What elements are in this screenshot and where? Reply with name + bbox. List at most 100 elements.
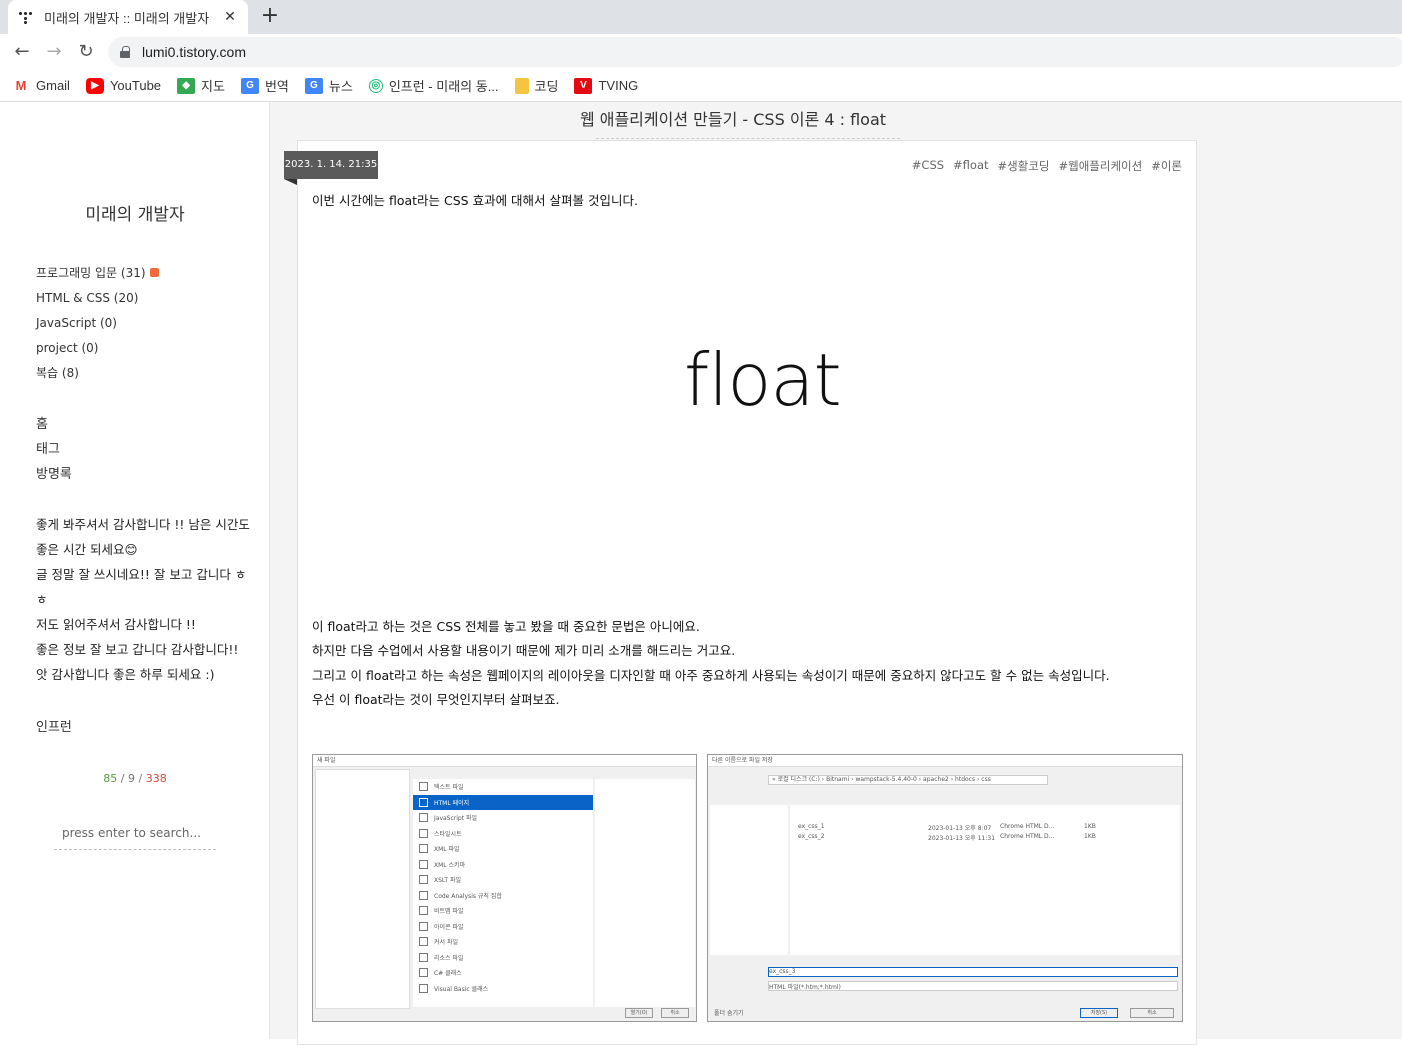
list-item: 스타일시트	[413, 826, 593, 842]
list-item: 텍스트 파일	[413, 779, 593, 795]
cancel-button: 취소	[661, 1008, 689, 1018]
menu-guestbook[interactable]: 방명록	[36, 460, 72, 485]
folder-tree	[710, 805, 788, 955]
title-divider	[596, 138, 900, 139]
post-paragraph: 이 float라고 하는 것은 CSS 전체를 놓고 봤을 때 중요한 문법은 …	[312, 619, 700, 634]
file-row: ex_css_1 2023-01-13 오후 8:07 Chrome HTML …	[798, 823, 1096, 832]
list-item: C# 클래스	[413, 965, 593, 981]
main-content: 웹 애플리케이션 만들기 - CSS 이론 4 : float 2023. 1.…	[270, 102, 1402, 1045]
cancel-button: 취소	[1130, 1008, 1174, 1018]
template-description	[595, 779, 695, 1007]
maps-icon: ◆	[177, 77, 196, 94]
list-item: 커서 파일	[413, 934, 593, 950]
post-paragraph: 그리고 이 float라고 하는 속성은 웹페이지의 레이아웃을 디자인할 때 …	[312, 668, 1110, 683]
list-item: 아이콘 파일	[413, 919, 593, 935]
post-paragraph: 우선 이 float라는 것이 무엇인지부터 살펴보죠.	[312, 692, 560, 707]
search-input[interactable]: press enter to search...	[54, 822, 216, 850]
post-intro: 이번 시간에는 float라는 CSS 효과에 대해서 살펴볼 것입니다.	[312, 193, 638, 208]
bookmark-inflearn[interactable]: ◎ 인프런 - 미래의 동...	[368, 76, 499, 95]
comment-item[interactable]: 좋은 정보 잘 보고 갑니다 감사합니다!!	[36, 637, 251, 662]
reload-icon[interactable]: ↻	[74, 40, 98, 64]
bookmarks-bar: M Gmail ▶ YouTube ◆ 지도 G 번역 G 뉴스 ◎ 인프런 - 미래의 동…	[0, 70, 1402, 102]
tag-link[interactable]: #웹애플리케이션	[1059, 158, 1143, 174]
open-button: 열기(O)	[625, 1008, 653, 1018]
recent-comments: 좋게 봐주셔서 감사합니다 !! 남은 시간도 좋은 시간 되세요😊 글 정말 …	[36, 512, 251, 687]
new-tab-button[interactable]: +	[258, 5, 282, 29]
youtube-icon: ▶	[85, 77, 104, 94]
translate-icon: G	[240, 77, 259, 94]
file-row: ex_css_2 2023-01-13 오후 11:31 Chrome HTML…	[798, 833, 1096, 842]
comment-item[interactable]: 앗 감사합니다 좋은 하루 되세요 :)	[36, 662, 251, 687]
category-item[interactable]: 프로그래밍 입문 (31)	[36, 260, 159, 285]
forward-arrow-icon[interactable]: →	[42, 40, 66, 64]
tag-link[interactable]: #이론	[1151, 158, 1182, 174]
category-item[interactable]: project (0)	[36, 335, 159, 360]
counter-total: 85	[103, 772, 118, 785]
category-list: 프로그래밍 입문 (31) HTML & CSS (20) JavaScript…	[36, 260, 159, 385]
bookmark-gmail[interactable]: M Gmail	[12, 77, 70, 94]
list-item: XML 스키마	[413, 857, 593, 873]
new-badge-icon	[149, 268, 159, 277]
url-text: lumi0.tistory.com	[142, 44, 246, 60]
bookmark-news[interactable]: G 뉴스	[304, 76, 353, 95]
blog-menu: 홈 태그 방명록	[36, 410, 72, 485]
file-list: ex_css_1 2023-01-13 오후 8:07 Chrome HTML …	[790, 805, 1180, 955]
filetype-field: HTML 파일(*.htm;*.html)	[768, 981, 1178, 991]
tag-link[interactable]: #생활코딩	[998, 158, 1050, 174]
filename-field: ex_css_3	[768, 967, 1178, 977]
inflearn-icon: ◎	[368, 78, 383, 93]
inflearn-link[interactable]: 인프런	[36, 716, 72, 735]
tag-link[interactable]: #CSS	[912, 158, 944, 174]
comment-item[interactable]: 좋은 시간 되세요😊	[36, 537, 251, 562]
hide-folders-label: 폴더 숨기기	[714, 1010, 744, 1017]
list-item: 비트맵 파일	[413, 903, 593, 919]
comment-item[interactable]: ㅎ	[36, 587, 251, 612]
bookmark-maps[interactable]: ◆ 지도	[177, 76, 225, 95]
tag-list: #CSS #float #생활코딩 #웹애플리케이션 #이론	[903, 158, 1182, 174]
list-item: 리소스 파일	[413, 950, 593, 966]
tag-link[interactable]: #float	[953, 158, 988, 174]
save-button: 저장(S)	[1080, 1008, 1118, 1018]
close-tab-icon[interactable]: ✕	[222, 9, 238, 25]
new-file-dialog-screenshot: 새 파일 텍스트 파일 HTML 페이지 JavaScript 파일 스타일시트…	[312, 754, 697, 1022]
category-item[interactable]: HTML & CSS (20)	[36, 285, 159, 310]
blog-title[interactable]: 미래의 개발자	[0, 200, 270, 225]
template-list: 텍스트 파일 HTML 페이지 JavaScript 파일 스타일시트 XML …	[413, 779, 593, 1007]
back-arrow-icon[interactable]: ←	[10, 40, 34, 64]
list-item-selected: HTML 페이지	[413, 794, 593, 810]
category-item[interactable]: 복습 (8)	[36, 360, 159, 385]
list-item: JavaScript 파일	[413, 810, 593, 826]
list-item: Visual Basic 클래스	[413, 981, 593, 997]
dialog-title: 다른 이름으로 파일 저장	[708, 755, 1182, 767]
bookmark-folder-coding[interactable]: 코딩	[514, 76, 558, 95]
comment-item[interactable]: 글 정말 잘 쓰시네요!! 잘 보고 갑니다 ㅎ	[36, 562, 251, 587]
menu-tags[interactable]: 태그	[36, 435, 72, 460]
hero-image-float: float	[684, 338, 842, 422]
comment-item[interactable]: 좋게 봐주셔서 감사합니다 !! 남은 시간도	[36, 512, 251, 537]
gmail-icon: M	[12, 77, 30, 94]
post-title: 웹 애플리케이션 만들기 - CSS 이론 4 : float	[579, 110, 887, 129]
bookmark-translate[interactable]: G 번역	[240, 76, 289, 95]
menu-home[interactable]: 홈	[36, 410, 72, 435]
sidebar: 미래의 개발자 프로그래밍 입문 (31) HTML & CSS (20) Ja…	[0, 102, 270, 1039]
category-item[interactable]: JavaScript (0)	[36, 310, 159, 335]
counter-today: 9	[128, 772, 135, 785]
news-icon: G	[304, 77, 323, 94]
url-bar[interactable]: lumi0.tistory.com	[108, 37, 1402, 67]
browser-tab[interactable]: 미래의 개발자 :: 미래의 개발자 ✕	[8, 0, 248, 34]
tistory-favicon-icon	[18, 9, 34, 25]
dialog-title: 새 파일	[313, 755, 696, 767]
dialog-tree	[315, 769, 410, 1009]
list-item: Code Analysis 규칙 집합	[413, 888, 593, 904]
tab-title: 미래의 개발자 :: 미래의 개발자	[44, 10, 210, 26]
counter-yesterday: 338	[145, 772, 167, 785]
visitor-counter: 85 / 9 / 338	[103, 772, 167, 785]
browser-tab-bar: 미래의 개발자 :: 미래의 개발자 ✕ +	[0, 0, 1402, 34]
comment-item[interactable]: 저도 읽어주셔서 감사합니다 !!	[36, 612, 251, 637]
page-content: 미래의 개발자 프로그래밍 입문 (31) HTML & CSS (20) Ja…	[0, 102, 1402, 1045]
post-paragraph: 하지만 다음 수업에서 사용할 내용이기 때문에 제가 미리 소개를 해드리는 …	[312, 643, 736, 658]
path-bar: « 로컬 디스크 (C:) › Bitnami › wampstack-5.4.…	[768, 775, 1048, 785]
bookmark-tving[interactable]: V TVING	[574, 77, 638, 94]
post-date: 2023. 1. 14. 21:35	[284, 151, 378, 185]
bookmark-youtube[interactable]: ▶ YouTube	[85, 77, 161, 94]
